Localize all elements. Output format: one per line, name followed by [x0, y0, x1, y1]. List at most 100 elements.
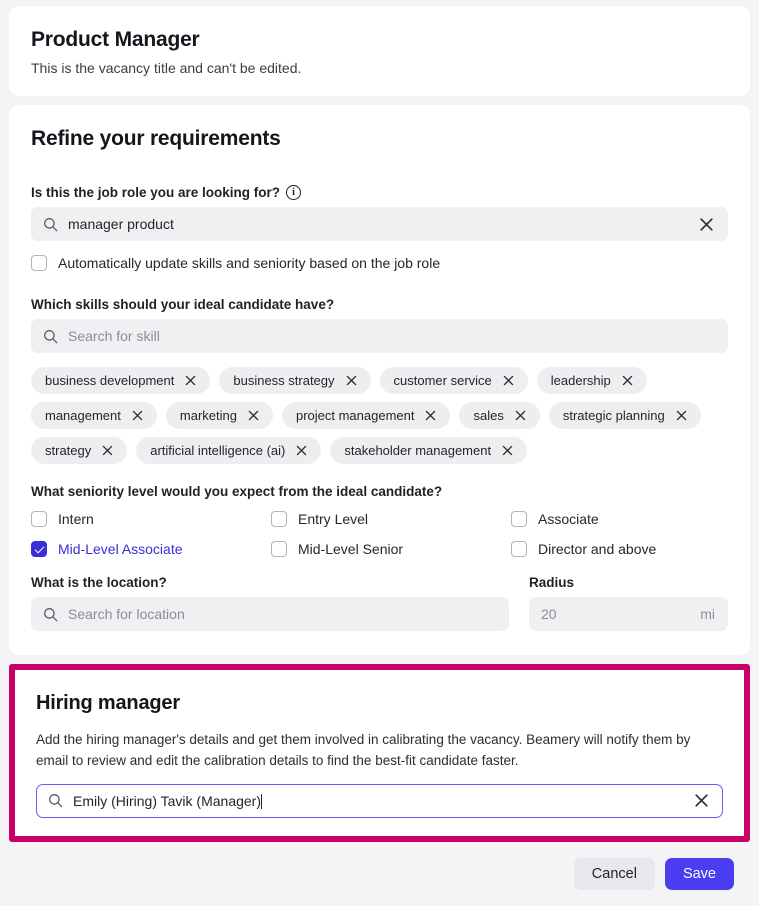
cancel-button[interactable]: Cancel [573, 857, 655, 890]
skill-chip-label: business strategy [233, 373, 335, 388]
skill-chip-remove-icon[interactable] [502, 374, 515, 387]
radius-column: Radius 20 mi [529, 575, 728, 631]
refine-requirements-card: Refine your requirements Is this the job… [9, 105, 750, 655]
skill-chip-label: artificial intelligence (ai) [150, 443, 286, 458]
skill-chip-label: stakeholder management [344, 443, 492, 458]
save-button[interactable]: Save [664, 857, 734, 890]
seniority-options-grid: Intern Entry Level Associate Mid-Level Asso… [31, 511, 728, 557]
seniority-option-label: Mid-Level Associate [58, 541, 183, 557]
skill-chip[interactable]: stakeholder management [330, 437, 528, 464]
seniority-checkbox[interactable] [31, 511, 47, 527]
skill-chip-remove-icon[interactable] [424, 409, 437, 422]
skill-chip-label: strategic planning [562, 408, 665, 423]
skill-chip-label: strategy [45, 443, 92, 458]
radius-input[interactable]: 20 mi [529, 597, 728, 631]
radius-placeholder: 20 [541, 606, 557, 622]
hiring-manager-description: Add the hiring manager's details and get… [36, 732, 691, 768]
location-column: What is the location? Search for locatio… [31, 575, 509, 631]
seniority-option-label: Director and above [538, 541, 657, 557]
job-role-input[interactable]: manager product [31, 207, 728, 241]
info-icon[interactable]: i [286, 185, 302, 200]
hiring-manager-input-value: Emily (Hiring) Tavik (Manager) [73, 792, 262, 809]
seniority-option-label: Entry Level [298, 511, 369, 527]
skill-chip-remove-icon[interactable] [131, 409, 144, 422]
skill-chip-remove-icon[interactable] [514, 409, 527, 422]
skill-chip-label: management [45, 408, 121, 423]
skill-chip[interactable]: leadership [536, 367, 647, 394]
hiring-manager-input[interactable]: Emily (Hiring) Tavik (Manager) [36, 783, 723, 818]
skill-chip-label: business development [45, 373, 175, 388]
hiring-manager-input-wrap: Emily (Hiring) Tavik (Manager) [73, 793, 693, 809]
skill-chip-remove-icon[interactable] [101, 444, 114, 457]
seniority-option[interactable]: Entry Level [271, 511, 511, 527]
radius-label: Radius [529, 575, 728, 590]
location-input[interactable]: Search for location [31, 597, 509, 631]
seniority-option[interactable]: Associate [511, 511, 728, 527]
seniority-option-label: Associate [538, 511, 599, 527]
skill-chip-list: business development business strategy cus… [31, 367, 728, 464]
skills-search-input[interactable]: Search for skill [31, 319, 728, 353]
auto-update-label: Automatically update skills and seniorit… [58, 255, 441, 271]
skill-chip[interactable]: sales [459, 402, 540, 429]
page-root: Product Manager This is the vacancy titl… [0, 6, 759, 906]
skill-chip[interactable]: customer service [379, 367, 528, 394]
location-radius-row: What is the location? Search for locatio… [31, 575, 728, 631]
auto-update-checkbox[interactable] [31, 255, 47, 271]
skill-chip-label: leadership [550, 373, 611, 388]
job-role-label: Is this the job role you are looking for… [31, 185, 728, 200]
location-placeholder: Search for location [68, 606, 185, 622]
skill-chip-label: project management [295, 408, 415, 423]
skill-chip-remove-icon[interactable] [621, 374, 634, 387]
location-label: What is the location? [31, 575, 509, 590]
seniority-checkbox[interactable] [511, 511, 527, 527]
seniority-option-label: Intern [58, 511, 94, 527]
job-role-input-value: manager product [68, 216, 174, 232]
seniority-checkbox[interactable] [31, 541, 47, 557]
skill-chip-label: marketing [179, 408, 237, 423]
seniority-option[interactable]: Intern [31, 511, 271, 527]
seniority-option[interactable]: Mid-Level Senior [271, 541, 511, 557]
skill-chip[interactable]: artificial intelligence (ai) [136, 437, 322, 464]
skill-chip[interactable]: marketing [165, 402, 273, 429]
seniority-label: What seniority level would you expect fr… [31, 484, 728, 499]
job-role-label-text: Is this the job role you are looking for… [31, 185, 281, 200]
skill-chip-remove-icon[interactable] [345, 374, 358, 387]
skill-chip-remove-icon[interactable] [247, 409, 260, 422]
skill-chip-remove-icon[interactable] [184, 374, 197, 387]
text-caret [261, 793, 263, 809]
seniority-checkbox[interactable] [511, 541, 527, 557]
page-title: Product Manager [31, 28, 200, 51]
refine-section-title: Refine your requirements [31, 127, 281, 150]
job-role-clear-icon[interactable] [698, 216, 715, 233]
auto-update-checkbox-row[interactable]: Automatically update skills and seniorit… [31, 255, 728, 271]
skill-chip-remove-icon[interactable] [501, 444, 514, 457]
skill-chip-label: customer service [393, 373, 492, 388]
skill-chip[interactable]: strategic planning [548, 402, 701, 429]
seniority-checkbox[interactable] [271, 541, 287, 557]
search-icon [43, 329, 58, 344]
seniority-option[interactable]: Director and above [511, 541, 728, 557]
skill-chip-remove-icon[interactable] [675, 409, 688, 422]
hiring-manager-title: Hiring manager [36, 692, 180, 714]
vacancy-subtitle: This is the vacancy title and can't be e… [31, 60, 302, 76]
seniority-option-label: Mid-Level Senior [298, 541, 404, 557]
footer-actions: Cancel Save [0, 842, 759, 890]
skill-chip[interactable]: strategy [31, 437, 128, 464]
skills-label: Which skills should your ideal candidate… [31, 297, 728, 312]
location-label-text: What is the location? [31, 575, 167, 590]
skill-chip[interactable]: management [31, 402, 157, 429]
skill-chip[interactable]: project management [281, 402, 451, 429]
skill-chip[interactable]: business strategy [219, 367, 371, 394]
skill-chip-remove-icon[interactable] [295, 444, 308, 457]
seniority-option[interactable]: Mid-Level Associate [31, 541, 271, 557]
skill-chip-label: sales [473, 408, 504, 423]
radius-unit: mi [700, 606, 715, 622]
seniority-label-text: What seniority level would you expect fr… [31, 484, 443, 499]
skill-chip[interactable]: business development [31, 367, 211, 394]
hiring-manager-clear-icon[interactable] [693, 792, 710, 809]
skills-search-placeholder: Search for skill [68, 328, 160, 344]
hiring-manager-card: Hiring manager Add the hiring manager's … [9, 664, 750, 842]
vacancy-title-card: Product Manager This is the vacancy titl… [9, 6, 750, 96]
search-icon [43, 607, 58, 622]
seniority-checkbox[interactable] [271, 511, 287, 527]
